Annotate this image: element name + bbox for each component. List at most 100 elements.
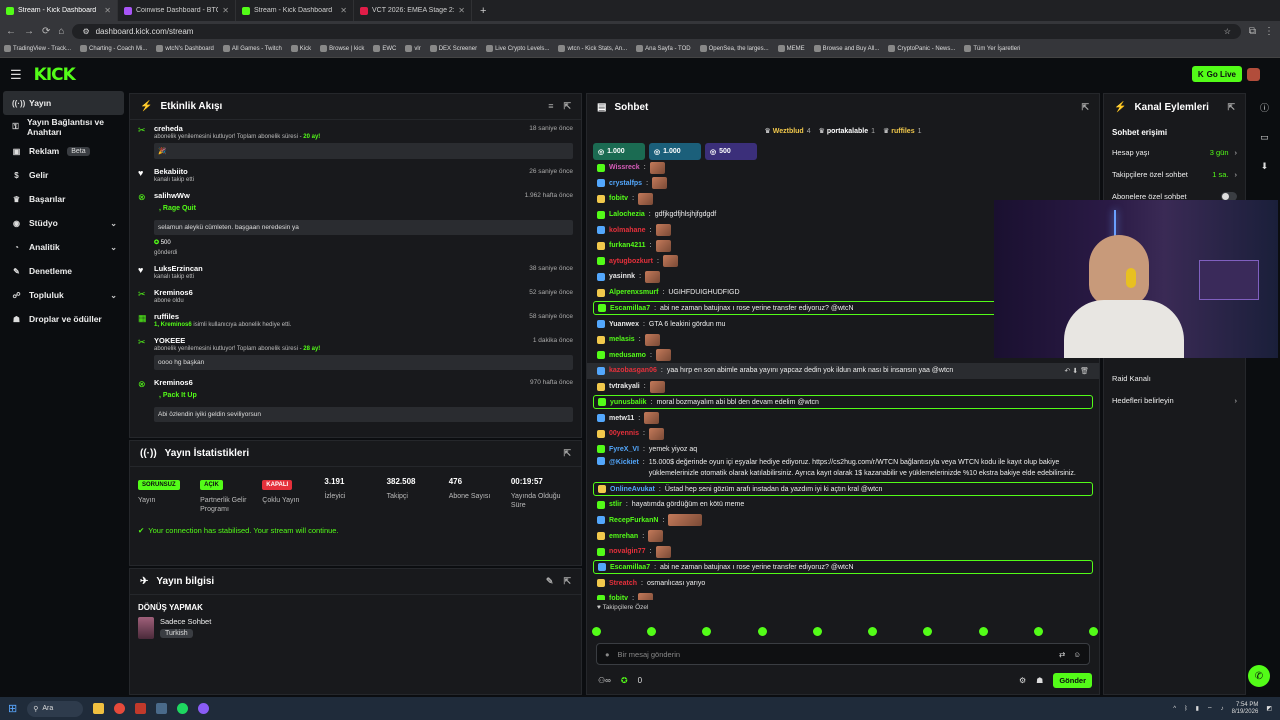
- bluetooth-icon[interactable]: ᛒ: [1184, 706, 1188, 712]
- chevron-down-icon[interactable]: ⌄: [110, 291, 117, 300]
- emote-icon[interactable]: [868, 627, 878, 636]
- discord-icon[interactable]: [198, 703, 210, 714]
- emote-icon[interactable]: [812, 627, 822, 636]
- chat-username[interactable]: Yuanwex: [609, 321, 639, 328]
- chat-username[interactable]: yasinnk: [609, 273, 635, 280]
- close-icon[interactable]: ✕: [340, 6, 347, 15]
- kicks-leader[interactable]: ◎ 500: [705, 143, 757, 160]
- sidebar-item[interactable]: ◉ Stüdyo ⌄: [0, 211, 127, 235]
- chat-username[interactable]: Alperenxsmurf: [609, 289, 658, 296]
- new-tab-icon[interactable]: +: [480, 5, 486, 17]
- popout-icon[interactable]: ⇱: [1227, 102, 1235, 113]
- chat-username[interactable]: Wissreck: [609, 164, 640, 171]
- sidebar-item[interactable]: $ Gelir: [0, 163, 127, 187]
- moderation-icon[interactable]: ☗: [1036, 676, 1043, 685]
- info-icon[interactable]: ⓘ: [1260, 101, 1269, 114]
- wifi-icon[interactable]: ⌔: [1207, 705, 1213, 713]
- channel-action-row[interactable]: Raid Kanalı: [1104, 367, 1245, 389]
- calendar-app-icon[interactable]: [135, 703, 147, 714]
- chrome-icon[interactable]: [114, 703, 126, 714]
- bookmark-item[interactable]: Charting - Coach Mi...: [80, 45, 147, 53]
- bookmark-item[interactable]: Browse | kick: [320, 45, 364, 53]
- filter-icon[interactable]: ≡: [548, 101, 553, 112]
- event-username[interactable]: salihwWw: [154, 191, 573, 200]
- chat-username[interactable]: yunusbalik: [610, 399, 647, 406]
- pin-icon[interactable]: ⬇: [1261, 161, 1269, 172]
- url-input[interactable]: ⚙ dashboard.kick.com/stream ☆: [72, 23, 1241, 39]
- browser-tab[interactable]: Stream - Kick Dashboard ✕: [0, 0, 118, 21]
- close-icon[interactable]: ✕: [222, 6, 229, 15]
- sidebar-item[interactable]: ⚿ Yayın Bağlantısı ve Anahtarı: [0, 115, 127, 139]
- popout-icon[interactable]: ⇱: [563, 576, 571, 587]
- chat-username[interactable]: fobitv: [609, 195, 628, 202]
- kicks-leader[interactable]: ◎ 1.000: [649, 143, 701, 160]
- emote-icon[interactable]: [978, 627, 988, 636]
- reload-icon[interactable]: ⟳: [42, 26, 50, 37]
- user-avatar[interactable]: [1247, 68, 1260, 81]
- chat-username[interactable]: emrehan: [609, 533, 638, 540]
- chat-username[interactable]: fobitv: [609, 595, 628, 600]
- notification-icon[interactable]: ◩: [1266, 705, 1272, 712]
- kicks-leader[interactable]: ◎ 1.000: [593, 143, 645, 160]
- sidebar-item[interactable]: ✎ Denetleme: [0, 259, 127, 283]
- sidebar-item[interactable]: ☍ Topluluk ⌄: [0, 283, 127, 307]
- star-icon[interactable]: ☆: [1224, 27, 1231, 36]
- sidebar-item[interactable]: ♛ Başarılar: [0, 187, 127, 211]
- bookmark-item[interactable]: Tüm Yer İşaretleri: [964, 45, 1020, 53]
- chat-username[interactable]: kolmahane: [609, 227, 646, 234]
- chat-username[interactable]: Lalochezia: [609, 211, 645, 218]
- chat-username[interactable]: stlir: [609, 501, 622, 508]
- event-username[interactable]: ruffiles: [154, 312, 573, 321]
- sidebar-item[interactable]: ☗ Droplar ve ödüller: [0, 307, 127, 331]
- chevron-down-icon[interactable]: ⌄: [110, 243, 117, 252]
- emote-icon[interactable]: [757, 627, 767, 636]
- sidebar-item[interactable]: ((·)) Yayın: [3, 91, 124, 115]
- chat-username[interactable]: Streatch: [609, 580, 637, 587]
- popout-icon[interactable]: ⇱: [563, 448, 571, 459]
- chat-username[interactable]: RecepFurkanN: [609, 517, 658, 524]
- help-chat-icon[interactable]: ✆: [1248, 665, 1270, 687]
- spotify-icon[interactable]: [177, 703, 189, 714]
- chat-username[interactable]: crystalfps: [609, 180, 642, 187]
- steam-icon[interactable]: [156, 703, 168, 714]
- chat-username[interactable]: tvtrakyali: [609, 383, 640, 390]
- emote-icon[interactable]: [923, 627, 933, 636]
- edit-icon[interactable]: ✎: [546, 576, 554, 587]
- home-icon[interactable]: ⌂: [58, 26, 64, 37]
- chat-username[interactable]: melasis: [609, 336, 635, 343]
- chat-username[interactable]: metw11: [609, 415, 634, 422]
- bookmark-item[interactable]: Browse and Buy All...: [813, 45, 879, 53]
- taskbar-search[interactable]: ⚲ Ara: [27, 700, 84, 717]
- sidebar-item[interactable]: ◔ Analitik ⌄: [0, 235, 127, 259]
- bookmark-item[interactable]: vlr: [405, 45, 421, 53]
- bookmark-item[interactable]: Kick: [290, 45, 311, 53]
- chat-username[interactable]: kazobasgan06: [609, 367, 657, 374]
- bookmark-item[interactable]: All Games - Twitch: [222, 45, 282, 53]
- bookmark-item[interactable]: wtcN's Dashboard: [156, 45, 214, 53]
- emote-icon[interactable]: [702, 627, 712, 636]
- send-button[interactable]: Gönder: [1053, 672, 1092, 688]
- bookmark-item[interactable]: OpenSea, the larges...: [699, 45, 769, 53]
- site-info-icon[interactable]: ⚙: [82, 27, 89, 36]
- emote-icon[interactable]: [647, 627, 657, 636]
- chat-input[interactable]: ● Bir mesaj gönderin ⇄ ☺: [596, 643, 1090, 665]
- browser-tab[interactable]: Coinwise Dashboard - BTC Crypt✕: [118, 0, 236, 21]
- back-icon[interactable]: ←: [6, 26, 16, 37]
- file-explorer-icon[interactable]: [93, 703, 105, 714]
- top-supporter[interactable]: ♛ portakalable 1: [819, 127, 875, 140]
- extensions-icon[interactable]: ⧉: [1249, 26, 1256, 37]
- chat-access-row[interactable]: Takipçilere özel sohbet 1 sa. ›: [1104, 163, 1245, 185]
- close-icon[interactable]: ✕: [104, 6, 111, 15]
- sidebar-item[interactable]: ▣ Reklam Beta: [0, 139, 127, 163]
- chat-access-row[interactable]: Hesap yaşı 3 gün ›: [1104, 141, 1245, 163]
- bookmark-item[interactable]: EWC: [373, 45, 396, 53]
- chevron-down-icon[interactable]: ⌄: [110, 219, 117, 228]
- forward-icon[interactable]: →: [24, 26, 34, 37]
- event-username[interactable]: Kreminos6: [154, 378, 573, 387]
- emoji-icon[interactable]: ☺: [1073, 650, 1081, 659]
- top-supporter[interactable]: ♛ Weztblud 4: [765, 127, 811, 140]
- browser-tab[interactable]: Stream - Kick Dashboard ✕: [236, 0, 354, 21]
- kick-logo[interactable]: KICK: [34, 65, 76, 85]
- bookmark-item[interactable]: TradingView - Track...: [4, 45, 71, 53]
- chat-username[interactable]: Escamillaa7: [610, 564, 650, 571]
